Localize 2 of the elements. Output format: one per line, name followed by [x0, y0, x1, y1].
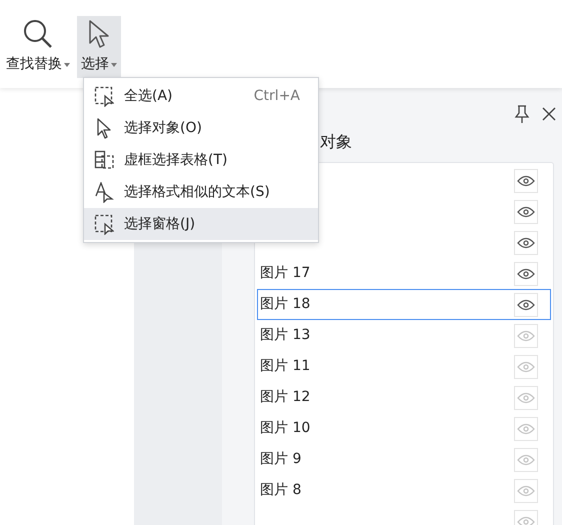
panel-heading: 对象	[320, 131, 352, 153]
shortcut-label: Ctrl+A	[254, 86, 300, 106]
